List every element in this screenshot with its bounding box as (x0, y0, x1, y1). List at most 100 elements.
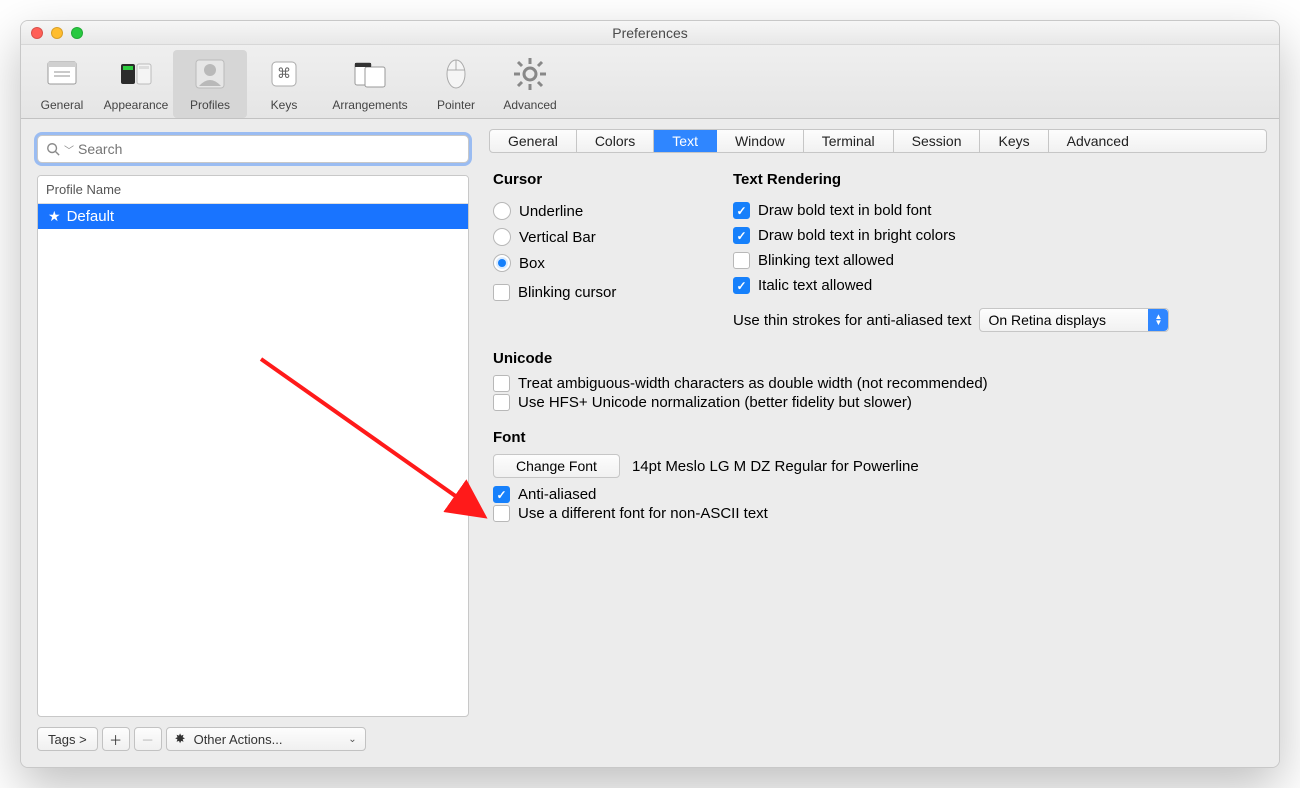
tab-session[interactable]: Session (894, 130, 981, 152)
cursor-underline-row[interactable]: Underline (493, 202, 693, 220)
draw-bold-font-row[interactable]: Draw bold text in bold font (733, 202, 1169, 219)
search-icon (46, 142, 60, 156)
tags-button[interactable]: Tags > (37, 727, 98, 751)
close-button[interactable] (31, 27, 43, 39)
toolbar-label: Profiles (190, 98, 230, 112)
cursor-vertical-label: Vertical Bar (519, 229, 596, 246)
profile-detail-pane: General Colors Text Window Terminal Sess… (481, 119, 1279, 767)
profile-search-input[interactable] (78, 141, 460, 157)
cursor-title: Cursor (493, 171, 693, 188)
thin-strokes-label: Use thin strokes for anti-aliased text (733, 312, 971, 329)
thin-strokes-row: Use thin strokes for anti-aliased text O… (733, 308, 1169, 332)
font-title: Font (493, 429, 1267, 446)
draw-bold-colors-row[interactable]: Draw bold text in bright colors (733, 227, 1169, 244)
toolbar-general[interactable]: General (25, 50, 99, 118)
traffic-lights (21, 27, 83, 39)
profile-row-default[interactable]: ★ Default (38, 204, 468, 229)
ambiguous-width-label: Treat ambiguous-width characters as doub… (518, 375, 988, 392)
blinking-cursor-row[interactable]: Blinking cursor (493, 284, 693, 301)
checkbox-non-ascii[interactable] (493, 505, 510, 522)
chevron-down-icon: ⌄ (348, 734, 356, 745)
font-row: Change Font 14pt Meslo LG M DZ Regular f… (493, 454, 1267, 478)
radio-underline[interactable] (493, 202, 511, 220)
profile-tabs: General Colors Text Window Terminal Sess… (489, 129, 1267, 153)
add-profile-button[interactable]: ＋ (102, 727, 130, 751)
toolbar: General Appearance Profiles ⌘ Keys Arran… (21, 45, 1279, 119)
tab-general[interactable]: General (490, 130, 577, 152)
cursor-underline-label: Underline (519, 203, 583, 220)
tab-window[interactable]: Window (717, 130, 804, 152)
toolbar-profiles[interactable]: Profiles (173, 50, 247, 118)
italic-text-row[interactable]: Italic text allowed (733, 277, 1169, 294)
toolbar-label: General (41, 98, 84, 112)
current-font-label: 14pt Meslo LG M DZ Regular for Powerline (632, 458, 919, 475)
content: ﹀ Profile Name ★ Default Tags > ＋ － ✸ Ot… (21, 119, 1279, 767)
toolbar-advanced[interactable]: Advanced (493, 50, 567, 118)
appearance-icon (116, 54, 156, 94)
render-title: Text Rendering (733, 171, 1169, 188)
remove-profile-button[interactable]: － (134, 727, 162, 751)
checkbox-bold-colors[interactable] (733, 227, 750, 244)
ambiguous-width-row[interactable]: Treat ambiguous-width characters as doub… (493, 375, 1267, 392)
toolbar-label: Advanced (503, 98, 556, 112)
toolbar-appearance[interactable]: Appearance (99, 50, 173, 118)
unicode-section: Unicode Treat ambiguous-width characters… (493, 350, 1267, 411)
profile-row-label: Default (67, 208, 115, 225)
text-tab-content: Cursor Underline Vertical Bar Box (489, 169, 1267, 524)
toolbar-label: Pointer (437, 98, 475, 112)
checkbox-bold-font[interactable] (733, 202, 750, 219)
window-title: Preferences (21, 25, 1279, 41)
cursor-and-rendering: Cursor Underline Vertical Bar Box (493, 169, 1267, 332)
zoom-button[interactable] (71, 27, 83, 39)
star-icon: ★ (48, 208, 61, 225)
tab-keys[interactable]: Keys (980, 130, 1048, 152)
radio-box[interactable] (493, 254, 511, 272)
unicode-title: Unicode (493, 350, 1267, 367)
toolbar-keys[interactable]: ⌘ Keys (247, 50, 321, 118)
draw-bold-colors-label: Draw bold text in bright colors (758, 227, 956, 244)
other-actions-dropdown[interactable]: ✸ Other Actions... ⌄ (166, 727, 366, 751)
toolbar-pointer[interactable]: Pointer (419, 50, 493, 118)
change-font-button[interactable]: Change Font (493, 454, 620, 478)
draw-bold-font-label: Draw bold text in bold font (758, 202, 931, 219)
gear-icon: ✸ (175, 731, 186, 747)
cursor-vertical-row[interactable]: Vertical Bar (493, 228, 693, 246)
tab-text[interactable]: Text (654, 130, 717, 152)
profiles-icon (190, 54, 230, 94)
profile-list-header: Profile Name (38, 176, 468, 204)
profiles-left-top: ﹀ Profile Name ★ Default (37, 135, 469, 717)
preferences-window: Preferences General Appearance Profiles … (20, 20, 1280, 768)
anti-aliased-row[interactable]: Anti-aliased (493, 486, 1267, 503)
non-ascii-font-row[interactable]: Use a different font for non-ASCII text (493, 505, 1267, 522)
tab-terminal[interactable]: Terminal (804, 130, 894, 152)
cursor-box-row[interactable]: Box (493, 254, 693, 272)
cursor-section: Cursor Underline Vertical Bar Box (493, 169, 693, 332)
profiles-left-pane: ﹀ Profile Name ★ Default Tags > ＋ － ✸ Ot… (21, 119, 481, 767)
radio-vertical[interactable] (493, 228, 511, 246)
blinking-text-label: Blinking text allowed (758, 252, 894, 269)
minimize-button[interactable] (51, 27, 63, 39)
hfs-label: Use HFS+ Unicode normalization (better f… (518, 394, 912, 411)
svg-text:⌘: ⌘ (277, 65, 291, 81)
pointer-icon (436, 54, 476, 94)
thin-strokes-popup[interactable]: On Retina displays ▲▼ (979, 308, 1169, 332)
non-ascii-font-label: Use a different font for non-ASCII text (518, 505, 768, 522)
tab-colors[interactable]: Colors (577, 130, 654, 152)
tab-advanced[interactable]: Advanced (1049, 130, 1147, 152)
thin-strokes-value: On Retina displays (988, 312, 1106, 328)
hfs-row[interactable]: Use HFS+ Unicode normalization (better f… (493, 394, 1267, 411)
blinking-text-row[interactable]: Blinking text allowed (733, 252, 1169, 269)
checkbox-blinking-text[interactable] (733, 252, 750, 269)
cursor-box-label: Box (519, 255, 545, 272)
checkbox-italic-text[interactable] (733, 277, 750, 294)
toolbar-arrangements[interactable]: Arrangements (321, 50, 419, 118)
checkbox-ambiguous[interactable] (493, 375, 510, 392)
toolbar-label: Appearance (104, 98, 169, 112)
blinking-cursor-label: Blinking cursor (518, 284, 616, 301)
profile-search[interactable]: ﹀ (37, 135, 469, 163)
checkbox-hfs[interactable] (493, 394, 510, 411)
checkbox-anti-aliased[interactable] (493, 486, 510, 503)
profile-bottom-bar: Tags > ＋ － ✸ Other Actions... ⌄ (37, 727, 469, 751)
checkbox-blinking-cursor[interactable] (493, 284, 510, 301)
search-scope-chevron-icon[interactable]: ﹀ (64, 142, 74, 157)
